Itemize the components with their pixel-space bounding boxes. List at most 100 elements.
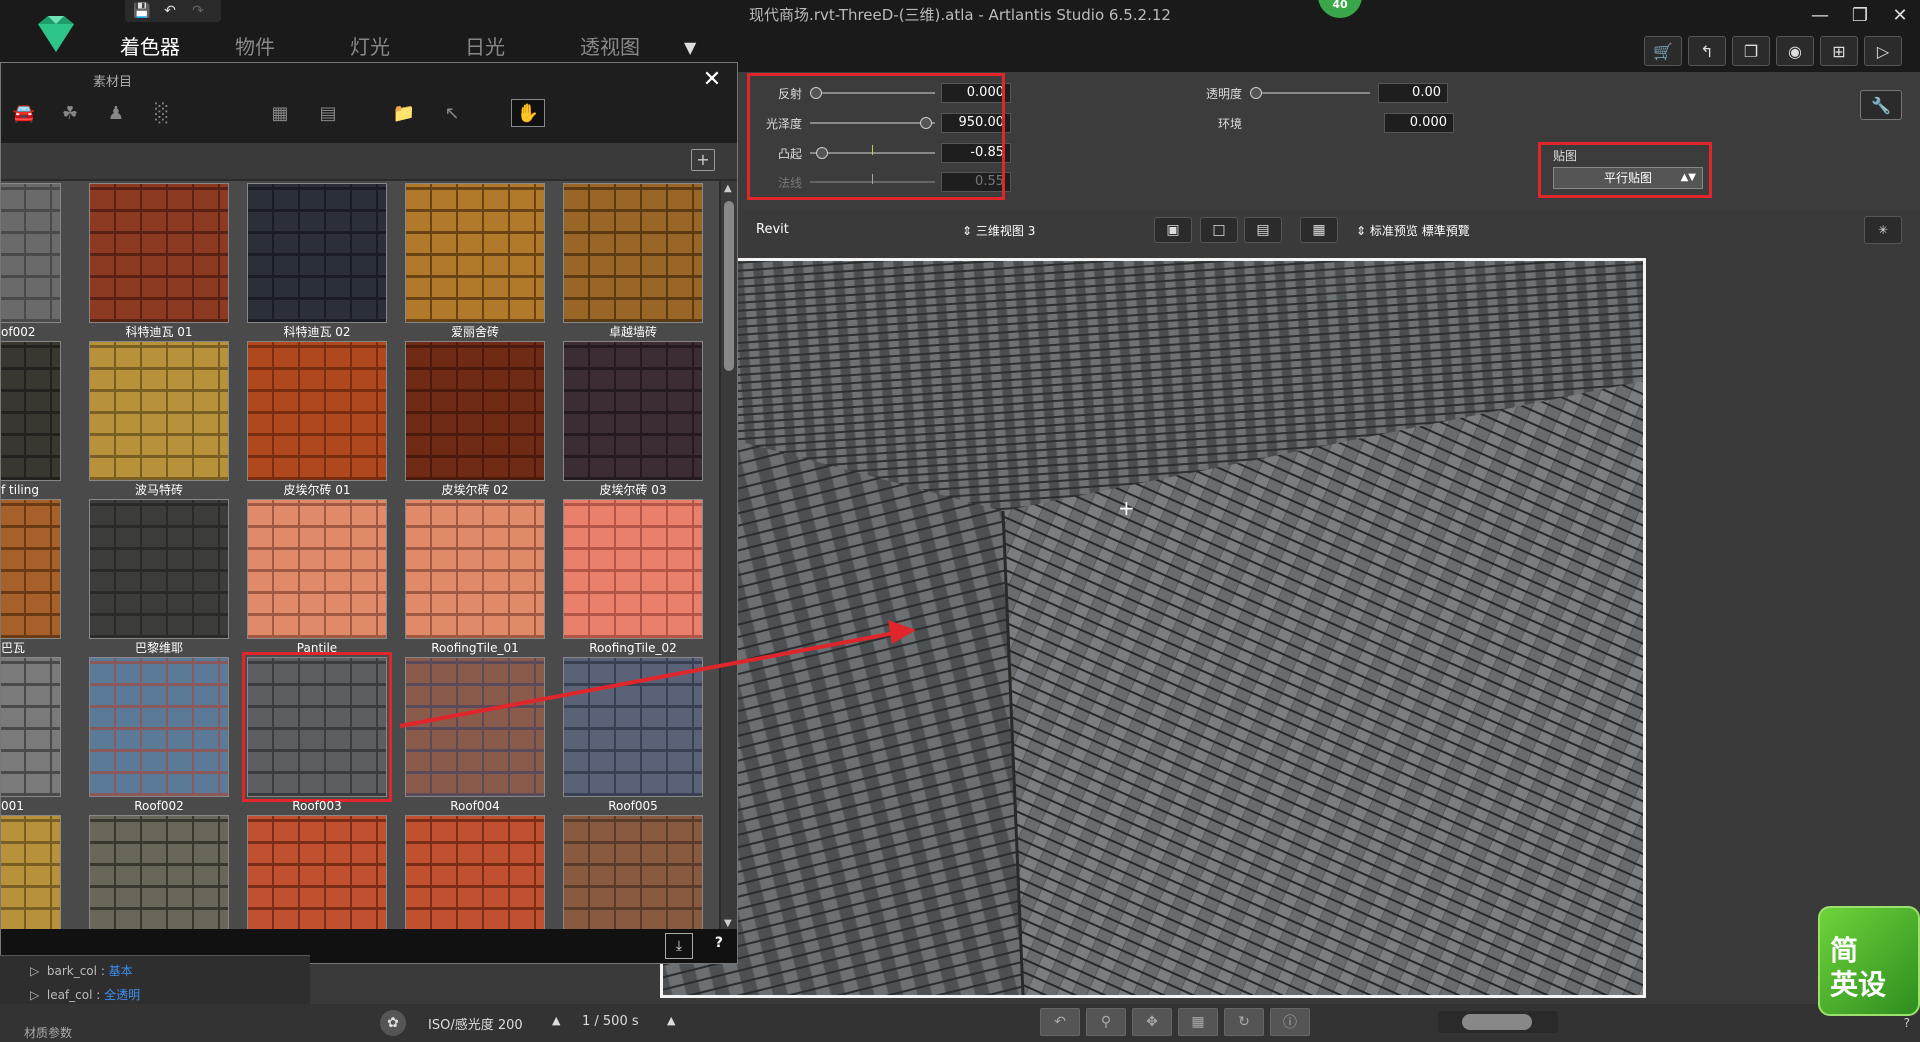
plant-category-icon[interactable]: ☘ — [53, 99, 87, 127]
library-close-icon[interactable]: ✕ — [697, 67, 727, 93]
pan-icon[interactable]: ✥ — [1132, 1008, 1172, 1036]
material-tile[interactable]: RoofingTile_02 — [563, 499, 703, 659]
material-swatch[interactable] — [247, 815, 387, 931]
material-swatch[interactable] — [89, 815, 229, 931]
undo-view-icon[interactable]: ↶ — [1040, 1008, 1080, 1036]
iso-value[interactable]: ISO/感光度 200 — [428, 1014, 523, 1033]
material-tile[interactable] — [405, 815, 545, 931]
material-swatch[interactable] — [405, 657, 545, 797]
minimize-icon[interactable]: — — [1800, 0, 1840, 30]
material-tile[interactable]: 皮埃尔砖 02 — [405, 341, 545, 501]
hand-icon[interactable]: ✋ — [511, 99, 545, 127]
zoom-slider[interactable] — [1438, 1011, 1558, 1033]
material-tile[interactable]: 波马特砖 — [89, 341, 229, 501]
scroll-up-icon[interactable]: ▲ — [724, 183, 732, 194]
scroll-thumb[interactable] — [724, 201, 734, 371]
material-params-label[interactable]: 材质参数 — [24, 1024, 72, 1041]
library-scrollbar[interactable]: ▲ ▼ — [721, 181, 737, 931]
tab-perspective[interactable]: 透视图 — [580, 30, 695, 64]
image-icon[interactable]: ▤ — [311, 99, 345, 127]
material-swatch[interactable] — [563, 815, 703, 931]
iso-up-arrow-icon[interactable]: ▲ — [552, 1014, 560, 1027]
material-swatch[interactable] — [242, 652, 392, 802]
material-swatch[interactable] — [405, 183, 545, 323]
material-swatch[interactable] — [89, 341, 229, 481]
material-tile[interactable]: 科特迪瓦 01 — [89, 183, 229, 343]
material-tile[interactable] — [247, 815, 387, 931]
aperture-icon[interactable]: ✿ — [380, 1010, 406, 1036]
preview-mode-select[interactable]: ⇕ 标准预览 標準預覽 — [1356, 222, 1470, 239]
material-swatch[interactable] — [405, 815, 545, 931]
tree-item-leaf[interactable]: ▷ leaf_col : 全透明 — [30, 986, 140, 1003]
wrench-icon[interactable]: 🔧 — [1860, 90, 1902, 120]
material-swatch[interactable] — [563, 341, 703, 481]
render-viewport[interactable] — [660, 258, 1646, 998]
orbit-icon[interactable]: ↻ — [1224, 1008, 1264, 1036]
render-region-icon[interactable]: ▣ — [1154, 217, 1192, 243]
fit-view-icon[interactable]: □ — [1200, 217, 1238, 243]
ambient-value[interactable]: 0.000 — [1384, 113, 1454, 133]
library-help-icon[interactable]: ? — [715, 935, 723, 951]
folder-icon[interactable]: 📁 — [387, 99, 421, 127]
material-swatch[interactable] — [1, 341, 61, 481]
material-tile[interactable]: f tiling — [1, 341, 61, 501]
mapping-select[interactable]: 平行贴图 ▲▼ — [1553, 167, 1703, 189]
grid-view-icon[interactable]: ▦ — [1300, 217, 1338, 243]
close-icon[interactable]: ✕ — [1880, 0, 1920, 30]
download-icon[interactable]: ⤓ — [665, 933, 693, 959]
material-tile[interactable]: 科特迪瓦 02 — [247, 183, 387, 343]
view-select[interactable]: ⇕ 三维视图 3 — [962, 222, 1035, 239]
split-view-icon[interactable]: ▤ — [1244, 217, 1282, 243]
tab-sun[interactable]: 日光 — [465, 30, 580, 64]
material-tile[interactable] — [89, 815, 229, 931]
restore-icon[interactable]: ❐ — [1840, 0, 1880, 30]
material-swatch[interactable] — [405, 341, 545, 481]
transparency-slider[interactable] — [1250, 87, 1370, 99]
material-swatch[interactable] — [89, 183, 229, 323]
tab-objects[interactable]: 物件 — [235, 30, 350, 64]
material-tile[interactable] — [563, 815, 703, 931]
tree-value[interactable]: 基本 — [109, 964, 133, 978]
transparency-value[interactable]: 0.00 — [1378, 83, 1448, 103]
cart-icon[interactable]: 🛒 — [1644, 36, 1682, 66]
sun-icon[interactable]: ✳ — [1864, 216, 1902, 244]
material-tile[interactable]: 巴瓦 — [1, 499, 61, 659]
export-icon[interactable]: ↰ — [1688, 36, 1726, 66]
console-icon[interactable]: ▷ — [1864, 36, 1902, 66]
tab-dropdown-arrow-icon[interactable]: ▼ — [684, 38, 696, 57]
tree-value[interactable]: 全透明 — [104, 988, 140, 1002]
pointer-icon[interactable]: ↖ — [435, 99, 469, 127]
material-swatch[interactable] — [563, 499, 703, 639]
shutter-value[interactable]: 1 / 500 s — [582, 1014, 639, 1029]
material-tile[interactable]: Roof005 — [563, 657, 703, 817]
material-tile[interactable]: RoofingTile_01 — [405, 499, 545, 659]
tab-shaders[interactable]: 着色器 — [120, 30, 235, 64]
camera-icon[interactable]: ◉ — [1776, 36, 1814, 66]
material-tile[interactable]: 卓越墙砖 — [563, 183, 703, 343]
material-tile[interactable]: Pantile — [247, 499, 387, 659]
vehicle-category-icon[interactable]: 🚘 — [7, 99, 41, 127]
material-swatch[interactable] — [1, 183, 61, 323]
walk-icon[interactable]: ▦ — [1178, 1008, 1218, 1036]
tree-item-bark[interactable]: ▷ bark_col : 基本 — [30, 962, 133, 979]
people-category-icon[interactable]: ♟ — [99, 99, 133, 127]
info-icon[interactable]: ⓘ — [1270, 1008, 1310, 1036]
material-swatch[interactable] — [89, 499, 229, 639]
material-swatch[interactable] — [1, 815, 61, 931]
material-swatch[interactable] — [1, 657, 61, 797]
material-tile[interactable]: Roof003 — [242, 652, 392, 817]
material-tile[interactable]: of002 — [1, 183, 61, 343]
add-folder-icon[interactable]: + — [691, 149, 715, 171]
zoom-icon[interactable]: ⚲ — [1086, 1008, 1126, 1036]
material-swatch[interactable] — [247, 183, 387, 323]
material-swatch[interactable] — [1, 499, 61, 639]
material-swatch[interactable] — [89, 657, 229, 797]
tab-lights[interactable]: 灯光 — [350, 30, 465, 64]
windows-icon[interactable]: ❐ — [1732, 36, 1770, 66]
material-tile[interactable]: 皮埃尔砖 01 — [247, 341, 387, 501]
texture-grid-icon[interactable]: ▦ — [263, 99, 297, 127]
material-swatch[interactable] — [247, 341, 387, 481]
material-tile[interactable]: 皮埃尔砖 03 — [563, 341, 703, 501]
material-swatch[interactable] — [563, 657, 703, 797]
shutter-up-arrow-icon[interactable]: ▲ — [667, 1014, 675, 1027]
